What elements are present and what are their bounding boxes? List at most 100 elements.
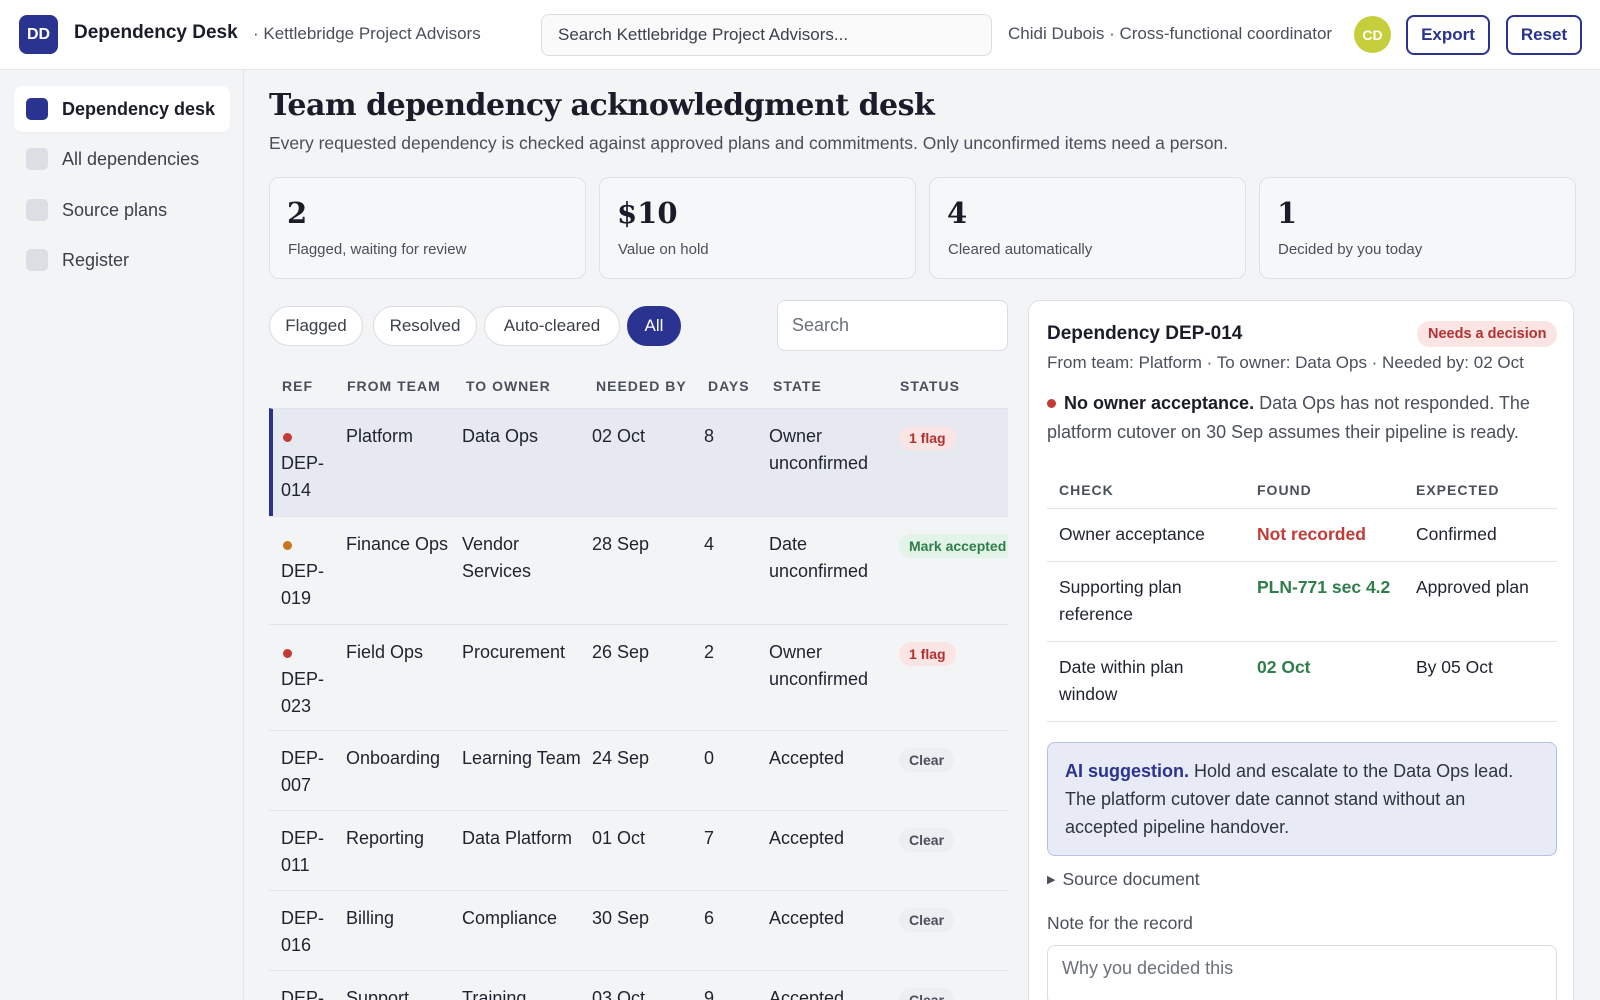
cell-from-team: Billing xyxy=(346,908,395,928)
alert-dot-icon xyxy=(1047,398,1056,408)
cell-ref: DEP-019 xyxy=(281,531,333,612)
column-header[interactable]: STATUS xyxy=(900,378,960,394)
status-badge: Clear xyxy=(899,748,955,772)
sidebar-item-label: Source plans xyxy=(62,199,168,220)
table-row[interactable]: DEP-023 Field Ops Procurement 26 Sep 2 Owner … xyxy=(269,624,1008,730)
cell-needed-by: 24 Sep xyxy=(592,748,650,768)
cell-to-owner: Procurement xyxy=(462,642,566,662)
column-header[interactable]: DAYS xyxy=(708,378,750,394)
note-input[interactable] xyxy=(1047,945,1557,1000)
status-badge: 1 flag xyxy=(899,426,956,450)
stat-label: Value on hold xyxy=(618,241,709,258)
ref-text: DEP-016 xyxy=(281,908,325,955)
check-row: Owner acceptance Not recorded Confirmed xyxy=(1047,508,1557,561)
ref-text: DEP-019 xyxy=(281,561,325,608)
table-search-input[interactable] xyxy=(777,300,1008,351)
sidebar-item-label: Register xyxy=(62,249,130,270)
page-subtitle: Every requested dependency is checked ag… xyxy=(269,133,1229,153)
ref-text: DEP-011 xyxy=(281,828,325,875)
table-row[interactable]: DEP-011 Reporting Data Platform 01 Oct 7 Acce… xyxy=(269,810,1008,890)
filter-auto-cleared[interactable]: Auto-cleared xyxy=(484,306,620,346)
cell-state: Owner unconfirmed xyxy=(769,642,869,689)
column-header[interactable]: STATE xyxy=(773,378,822,394)
column-header[interactable]: NEEDED BY xyxy=(596,378,687,394)
check-row: Date within plan window 02 Oct By 05 Oct xyxy=(1047,641,1557,721)
sidebar-item-register[interactable]: Register xyxy=(14,237,230,283)
cell-from-team: Finance Ops xyxy=(346,534,449,554)
user-info: Chidi Dubois · Cross-functional coordina… xyxy=(1008,24,1333,43)
ref-text: DEP-023 xyxy=(281,669,325,716)
cell-to-owner: Data Platform xyxy=(462,828,573,848)
avatar[interactable]: CD xyxy=(1354,16,1391,53)
cell-needed-by: 02 Oct xyxy=(592,426,646,446)
cell-ref: DEP-011 xyxy=(281,825,333,879)
sidebar-item-source-plans[interactable]: Source plans xyxy=(14,187,230,233)
export-button[interactable]: Export xyxy=(1406,15,1490,55)
column-header[interactable]: REF xyxy=(282,378,313,394)
filter-flagged[interactable]: Flagged xyxy=(269,306,363,346)
table-row[interactable]: DEP-014 Platform Data Ops 02 Oct 8 Owner unco… xyxy=(269,408,1008,516)
stat-value: 2 xyxy=(287,196,308,230)
sidebar: Dependency desk All dependencies Source … xyxy=(0,70,244,1000)
nav-square-icon xyxy=(26,148,48,170)
app-logo: DD xyxy=(19,15,58,54)
cell-needed-by: 28 Sep xyxy=(592,534,650,554)
check-column-header: FOUND xyxy=(1257,482,1312,498)
cell-state: Accepted xyxy=(769,908,845,928)
column-header[interactable]: TO OWNER xyxy=(466,378,551,394)
check-expected: By 05 Oct xyxy=(1416,657,1493,677)
source-document-toggle[interactable]: ▶ Source document xyxy=(1047,869,1200,890)
cell-days: 6 xyxy=(704,908,715,928)
status-badge: Clear xyxy=(899,908,955,932)
stat-label: Cleared automatically xyxy=(948,241,1093,258)
source-document-label: Source document xyxy=(1062,869,1200,889)
table-row[interactable]: DEP-016 Billing Compliance 30 Sep 6 Accepted C… xyxy=(269,890,1008,970)
check-column-header: CHECK xyxy=(1059,482,1114,498)
stat-card-decided: 1 Decided by you today xyxy=(1259,177,1576,279)
detail-panel: Dependency DEP-014 Needs a decision From… xyxy=(1028,300,1574,1000)
status-dot-icon xyxy=(283,541,292,550)
table-row[interactable]: DEP-019 Finance Ops Vendor Services 28 Sep 4… xyxy=(269,516,1008,624)
cell-from-team: Field Ops xyxy=(346,642,424,662)
cell-needed-by: 03 Oct xyxy=(592,988,646,1000)
check-name: Owner acceptance xyxy=(1059,524,1205,544)
ai-label: AI suggestion. xyxy=(1065,761,1190,781)
sidebar-item-all-dependencies[interactable]: All dependencies xyxy=(14,136,230,182)
cell-to-owner: Learning Team xyxy=(462,748,581,768)
filter-resolved[interactable]: Resolved xyxy=(373,306,477,346)
column-header[interactable]: FROM TEAM xyxy=(347,378,441,394)
stat-value: $10 xyxy=(617,196,678,230)
cell-from-team: Onboarding xyxy=(346,748,441,768)
cell-state: Accepted xyxy=(769,748,845,768)
cell-ref: DEP-014 xyxy=(281,423,333,504)
check-found: 02 Oct xyxy=(1257,657,1311,677)
detail-issue: No owner acceptance. Data Ops has not re… xyxy=(1047,389,1557,447)
issue-title: No owner acceptance. xyxy=(1064,393,1255,413)
ref-text: DEP-007 xyxy=(281,748,325,795)
check-row: Supporting plan reference PLN-771 sec 4.… xyxy=(1047,561,1557,641)
global-search-input[interactable] xyxy=(541,14,992,56)
ref-text: DEP-014 xyxy=(281,453,325,500)
status-badge: 1 flag xyxy=(899,642,956,666)
filter-all[interactable]: All xyxy=(627,306,681,346)
check-column-header: EXPECTED xyxy=(1416,482,1500,498)
cell-from-team: Platform xyxy=(346,426,414,446)
status-dot-icon xyxy=(283,433,292,442)
cell-state: Date unconfirmed xyxy=(769,534,869,581)
cell-from-team: Reporting xyxy=(346,828,425,848)
sidebar-item-dependency-desk[interactable]: Dependency desk xyxy=(14,86,230,132)
table-row[interactable]: DEP- Support Training 03 Oct 9 Accepted Clear xyxy=(269,970,1008,1000)
org-name: · Kettlebridge Project Advisors xyxy=(253,24,481,43)
cell-days: 8 xyxy=(704,426,715,446)
check-expected: Approved plan xyxy=(1416,577,1529,597)
cell-from-team: Support xyxy=(346,988,410,1000)
mark-accepted-button[interactable]: Mark accepted xyxy=(899,534,1008,558)
page-title: Team dependency acknowledgment desk xyxy=(269,88,935,123)
status-badge: Needs a decision xyxy=(1417,321,1558,347)
cell-days: 4 xyxy=(704,534,715,554)
status-badge: Clear xyxy=(899,988,955,1000)
cell-to-owner: Data Ops xyxy=(462,426,539,446)
reset-button[interactable]: Reset xyxy=(1506,15,1582,55)
check-found: Not recorded xyxy=(1257,524,1366,544)
table-row[interactable]: DEP-007 Onboarding Learning Team 24 Sep 0 Acc… xyxy=(269,730,1008,810)
